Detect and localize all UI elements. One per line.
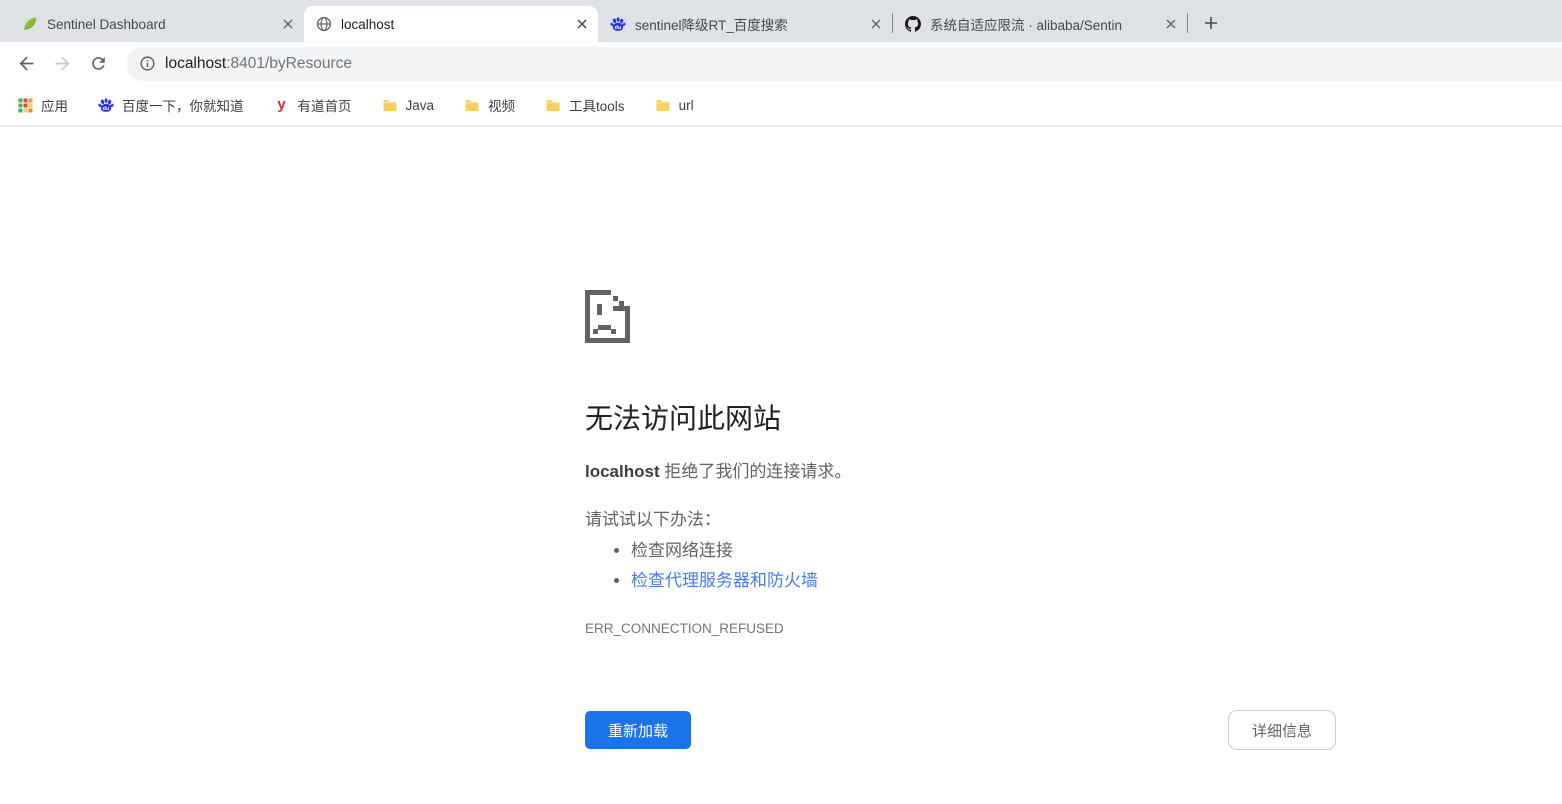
error-subtitle-text: 拒绝了我们的连接请求。 xyxy=(659,462,852,481)
baidu-paw-icon: du xyxy=(610,16,626,32)
tab-localhost[interactable]: localhost xyxy=(304,6,598,42)
tab-baidu-search[interactable]: du sentinel降级RT_百度搜索 xyxy=(598,6,892,42)
tab-strip: Sentinel Dashboard localhost du sentinel… xyxy=(0,0,1562,42)
svg-text:du: du xyxy=(615,25,622,31)
tab-close-icon[interactable] xyxy=(279,16,296,33)
error-subtitle: localhost 拒绝了我们的连接请求。 xyxy=(585,459,851,484)
apps-grid-icon xyxy=(17,97,33,113)
suggestions-heading: 请试试以下办法： xyxy=(585,510,721,529)
suggestions-list: 检查网络连接 检查代理服务器和防火墙 xyxy=(585,536,818,596)
tab-close-icon[interactable] xyxy=(573,16,590,33)
bookmark-label: url xyxy=(678,97,694,113)
error-page: 无法访问此网站 localhost 拒绝了我们的连接请求。 请试试以下办法： 检… xyxy=(585,290,1336,770)
bookmark-label: 工具tools xyxy=(569,99,625,114)
tab-separator xyxy=(1187,13,1188,33)
tab-title: sentinel降级RT_百度搜索 xyxy=(635,18,788,33)
spring-leaf-icon xyxy=(22,16,38,32)
forward-button[interactable] xyxy=(44,46,80,82)
url-text: localhost:8401/byResource xyxy=(165,55,352,73)
error-title: 无法访问此网站 xyxy=(585,403,782,434)
bookmark-label: 视频 xyxy=(488,99,516,114)
tab-sentinel-dashboard[interactable]: Sentinel Dashboard xyxy=(10,6,304,42)
bookmark-folder-tools[interactable]: 工具tools xyxy=(545,95,625,115)
suggestion-item: 检查代理服务器和防火墙 xyxy=(631,566,818,596)
url-path: :8401/byResource xyxy=(226,54,352,72)
bookmark-label: 应用 xyxy=(41,99,68,114)
tab-close-icon[interactable] xyxy=(867,16,884,33)
folder-icon xyxy=(545,97,561,113)
tab-title: 系统自适应限流 · alibaba/Sentin xyxy=(930,18,1123,33)
folder-icon xyxy=(382,97,398,113)
suggestion-item: 检查网络连接 xyxy=(631,536,818,566)
error-actions: 重新加载 详细信息 xyxy=(585,710,1336,750)
bookmark-youdao[interactable]: y 有道首页 xyxy=(274,95,352,115)
bookmark-baidu[interactable]: du 百度一下，你就知道 xyxy=(98,95,244,115)
browser-window: Sentinel Dashboard localhost du sentinel… xyxy=(0,0,1562,804)
globe-icon xyxy=(316,16,332,32)
bookmark-label: Java xyxy=(405,97,435,113)
folder-icon xyxy=(655,97,671,113)
bookmark-folder-java[interactable]: Java xyxy=(382,97,435,113)
tab-close-icon[interactable] xyxy=(1162,16,1179,33)
reload-page-button[interactable]: 重新加载 xyxy=(585,711,691,749)
navigation-bar: localhost:8401/byResource xyxy=(0,42,1562,85)
folder-icon xyxy=(464,97,480,113)
bookmark-folder-video[interactable]: 视频 xyxy=(464,95,515,115)
github-icon xyxy=(905,16,921,32)
bookmark-folder-url[interactable]: url xyxy=(655,97,694,113)
new-tab-button[interactable] xyxy=(1197,9,1225,37)
tab-title: localhost xyxy=(341,16,395,32)
address-bar[interactable]: localhost:8401/byResource xyxy=(126,46,1562,81)
tab-github-sentinel[interactable]: 系统自适应限流 · alibaba/Sentin xyxy=(893,6,1187,42)
baidu-paw-icon: du xyxy=(98,97,114,113)
youdao-icon: y xyxy=(277,96,286,113)
page-info-icon[interactable] xyxy=(139,55,156,72)
tab-title: Sentinel Dashboard xyxy=(47,16,166,32)
bookmark-label: 有道首页 xyxy=(297,99,352,114)
svg-text:du: du xyxy=(103,106,110,112)
bookmarks-bar: 应用 du 百度一下，你就知道 y 有道首页 Java 视频 工具tools u… xyxy=(0,85,1562,127)
proxy-firewall-link[interactable]: 检查代理服务器和防火墙 xyxy=(631,571,818,590)
url-host: localhost xyxy=(165,54,227,72)
bookmark-label: 百度一下，你就知道 xyxy=(122,99,244,114)
error-host: localhost xyxy=(585,462,660,481)
page-content: 无法访问此网站 localhost 拒绝了我们的连接请求。 请试试以下办法： 检… xyxy=(0,127,1562,802)
details-button[interactable]: 详细信息 xyxy=(1228,710,1336,750)
error-code: ERR_CONNECTION_REFUSED xyxy=(585,621,784,636)
bookmark-apps[interactable]: 应用 xyxy=(17,95,68,115)
back-button[interactable] xyxy=(8,46,44,82)
sad-file-icon xyxy=(585,290,630,343)
reload-button[interactable] xyxy=(80,46,116,82)
